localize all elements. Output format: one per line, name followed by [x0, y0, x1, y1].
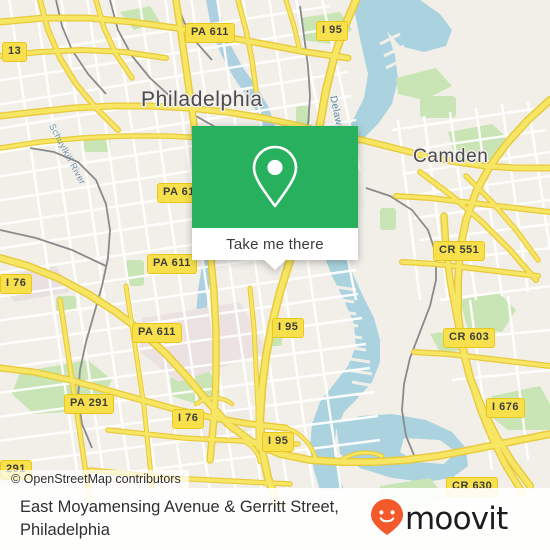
map-canvas[interactable]: [0, 0, 550, 550]
map-screen: Philadelphia Camden Delaware River Schuy…: [0, 0, 550, 550]
moovit-logo[interactable]: moovit: [370, 498, 508, 541]
highway-shield: I 76: [172, 409, 205, 429]
highway-shield: CR 551: [433, 241, 486, 261]
popup-pointer-tail: [264, 260, 286, 270]
highway-shield: I 95: [316, 21, 349, 41]
highway-shield: I 676: [486, 398, 525, 418]
highway-shield: CR 603: [443, 328, 496, 348]
moovit-wordmark: moovit: [405, 500, 508, 537]
highway-shield: PA 611: [185, 23, 235, 43]
footer-bar: East Moyamensing Avenue & Gerritt Street…: [0, 488, 550, 550]
highway-shield: I 76: [0, 274, 33, 294]
highway-shield: I 95: [272, 318, 305, 338]
popup-card-header: [192, 126, 358, 228]
highway-shield: I 95: [262, 432, 295, 452]
moovit-smiley-pin-icon: [370, 498, 404, 541]
map-pin-icon: [249, 144, 301, 210]
highway-shield: 13: [2, 42, 28, 62]
map-attribution[interactable]: © OpenStreetMap contributors: [0, 470, 189, 488]
highway-shield: PA 291: [64, 394, 115, 414]
highway-shield: PA 611: [132, 323, 182, 343]
take-me-there-button[interactable]: Take me there: [226, 236, 324, 253]
footer-place-name: East Moyamensing Avenue & Gerritt Street…: [20, 498, 339, 539]
destination-popup-card[interactable]: Take me there: [192, 126, 358, 270]
map-tile-layer: [0, 0, 550, 550]
highway-shield: PA 611: [147, 254, 197, 274]
popup-card-footer[interactable]: Take me there: [192, 228, 358, 270]
